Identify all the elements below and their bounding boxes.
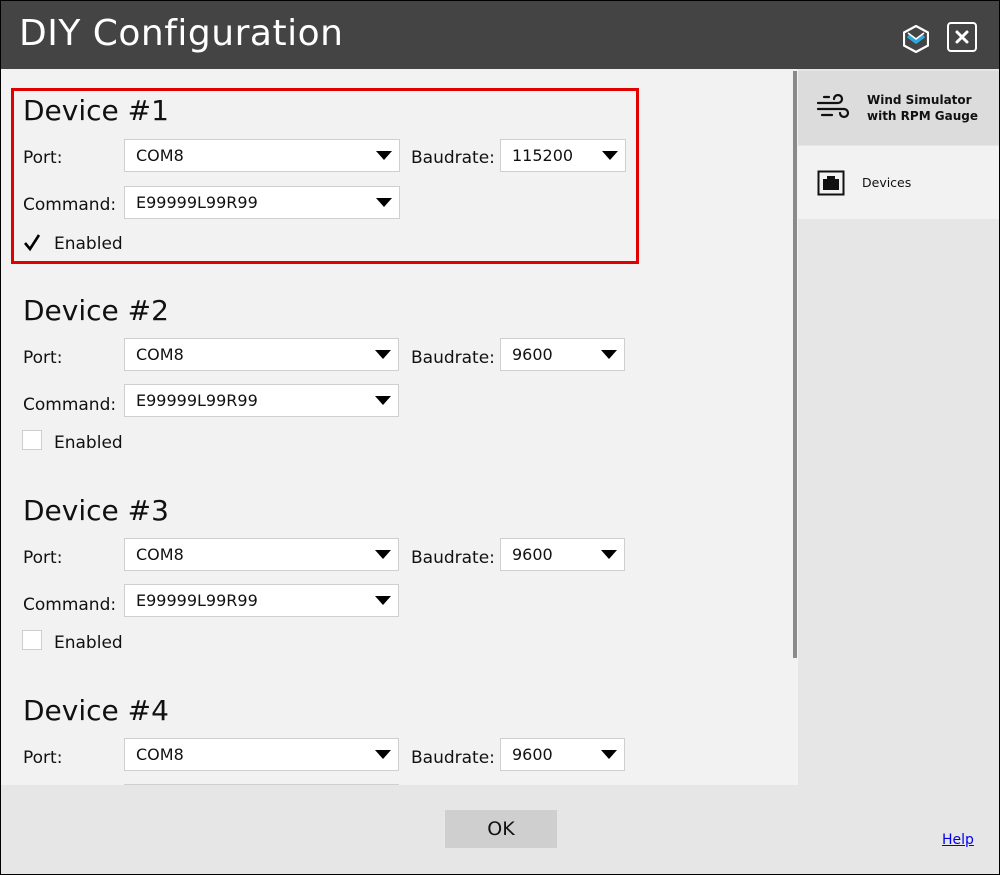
device-3-group: Device #3 Port: COM8 Baudrate: 9600 Comm…: [11, 488, 639, 664]
port-label: Port:: [23, 148, 63, 168]
enabled-checkbox[interactable]: [22, 630, 42, 650]
port-select[interactable]: COM8: [124, 139, 400, 172]
chevron-down-icon: [375, 550, 391, 559]
command-value: E99999L99R99: [136, 591, 258, 610]
checkmark-icon: [24, 234, 41, 252]
baudrate-value: 115200: [512, 146, 574, 165]
sidebar-item-devices[interactable]: Devices: [798, 146, 999, 219]
baudrate-value: 9600: [512, 545, 553, 564]
device-4-group: Device #4 Port: COM8 Baudrate: 9600: [11, 688, 639, 785]
port-value: COM8: [136, 146, 184, 165]
footer: OK Help: [1, 785, 999, 874]
sidebar-item-label: Devices: [862, 174, 912, 190]
command-label: Command:: [23, 395, 117, 415]
sidebar-item-label: Wind Simulator with RPM Gauge: [867, 92, 978, 124]
device-icon: [817, 170, 845, 195]
devices-panel: Device #1 Port: COM8 Baudrate: 115200 Co…: [1, 69, 797, 785]
baudrate-label: Baudrate:: [411, 348, 495, 368]
port-select[interactable]: COM8: [124, 338, 399, 371]
baudrate-select[interactable]: 9600: [500, 338, 625, 371]
enabled-checkbox[interactable]: [22, 430, 42, 450]
label-line-1: Wind Simulator: [867, 93, 972, 107]
device-title: Device #2: [23, 294, 169, 327]
baudrate-label: Baudrate:: [411, 548, 495, 568]
chevron-down-icon: [602, 151, 618, 160]
window-title: DIY Configuration: [19, 13, 344, 54]
port-value: COM8: [136, 545, 184, 564]
command-select[interactable]: E99999L99R99: [124, 384, 399, 417]
diy-configuration-dialog: DIY Configuration Device #1 Port: COM8 B…: [0, 0, 1000, 875]
port-label: Port:: [23, 548, 63, 568]
enabled-label: Enabled: [54, 234, 123, 254]
sidebar-item-wind-simulator[interactable]: Wind Simulator with RPM Gauge: [798, 71, 999, 145]
ok-button[interactable]: OK: [445, 810, 557, 848]
port-value: COM8: [136, 745, 184, 764]
device-title: Device #3: [23, 494, 169, 527]
close-button[interactable]: [947, 22, 977, 52]
port-label: Port:: [23, 748, 63, 768]
title-bar: DIY Configuration: [1, 1, 999, 69]
baudrate-value: 9600: [512, 745, 553, 764]
wind-icon: [816, 94, 850, 119]
enabled-label: Enabled: [54, 433, 123, 453]
baudrate-select[interactable]: 9600: [500, 538, 625, 571]
chevron-down-icon: [601, 550, 617, 559]
chevron-down-icon: [601, 350, 617, 359]
enabled-label: Enabled: [54, 633, 123, 653]
close-icon: [955, 30, 969, 44]
chevron-down-icon: [376, 151, 392, 160]
command-label: Command:: [23, 195, 117, 215]
vertical-scrollbar[interactable]: [793, 71, 797, 658]
chevron-down-icon: [375, 350, 391, 359]
sidebar: Wind Simulator with RPM Gauge Devices: [798, 69, 999, 785]
command-value: E99999L99R99: [136, 193, 258, 212]
help-link[interactable]: Help: [942, 832, 974, 848]
baudrate-select[interactable]: 9600: [500, 738, 625, 771]
app-logo-icon: [903, 25, 929, 53]
command-select[interactable]: E99999L99R99: [124, 584, 399, 617]
port-select[interactable]: COM8: [124, 538, 399, 571]
label-line-2: with RPM Gauge: [867, 109, 979, 123]
chevron-down-icon: [375, 750, 391, 759]
device-2-group: Device #2 Port: COM8 Baudrate: 9600 Comm…: [11, 288, 639, 464]
chevron-down-icon: [376, 198, 392, 207]
command-select[interactable]: E99999L99R99: [124, 186, 400, 219]
chevron-down-icon: [375, 396, 391, 405]
port-select[interactable]: COM8: [124, 738, 399, 771]
chevron-down-icon: [601, 750, 617, 759]
device-title: Device #4: [23, 694, 169, 727]
port-value: COM8: [136, 345, 184, 364]
enabled-checkbox[interactable]: [22, 233, 42, 253]
baudrate-select[interactable]: 115200: [500, 139, 626, 172]
device-1-group: Device #1 Port: COM8 Baudrate: 115200 Co…: [11, 88, 639, 264]
command-value: E99999L99R99: [136, 391, 258, 410]
device-title: Device #1: [23, 94, 169, 127]
baudrate-value: 9600: [512, 345, 553, 364]
port-label: Port:: [23, 348, 63, 368]
chevron-down-icon: [375, 596, 391, 605]
baudrate-label: Baudrate:: [411, 148, 495, 168]
baudrate-label: Baudrate:: [411, 748, 495, 768]
command-label: Command:: [23, 595, 117, 615]
